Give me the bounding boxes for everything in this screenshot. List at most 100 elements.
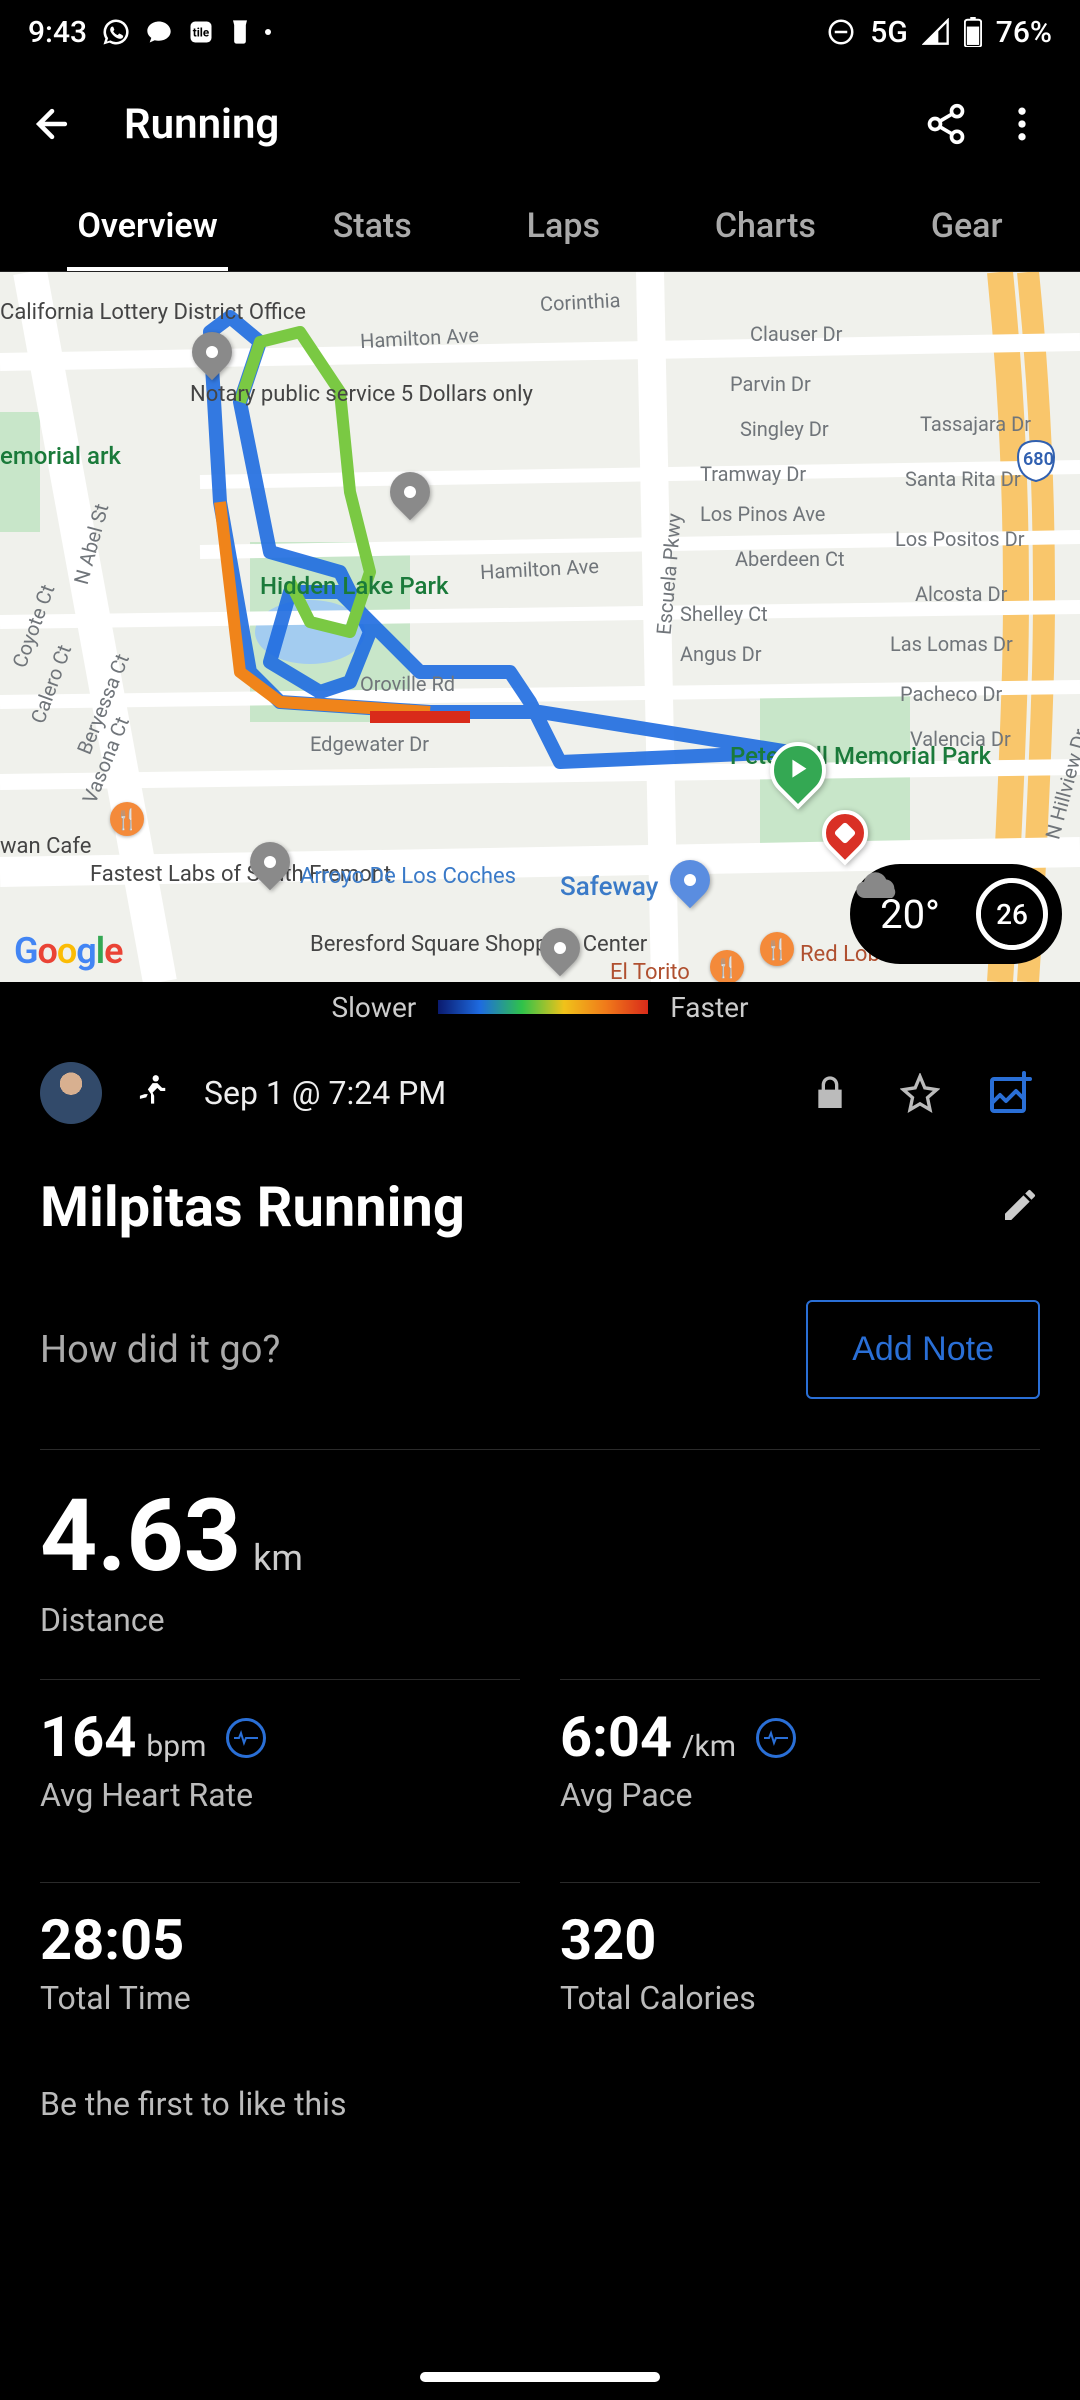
poi-label: Fastest Labs of South Fremont <box>90 862 250 887</box>
time-label: Total Time <box>40 1979 520 2017</box>
park-label: Hidden Lake Park <box>260 572 390 600</box>
cup-icon <box>229 18 251 46</box>
stat-distance: 4.63 km Distance <box>40 1449 1040 1679</box>
pace-unit: /km <box>682 1729 736 1764</box>
status-time: 9:43 <box>28 15 87 50</box>
pulse-icon[interactable] <box>756 1718 796 1758</box>
network-label: 5G <box>870 15 908 50</box>
route-map[interactable]: Corinthia Hamilton Ave Clauser Dr Parvin… <box>0 272 1080 982</box>
tabs: Overview Stats Laps Charts Gear <box>0 184 1080 272</box>
aqi-value: 26 <box>981 883 1043 945</box>
road-label: Angus Dr <box>680 642 762 666</box>
running-icon <box>132 1072 170 1114</box>
hr-label: Avg Heart Rate <box>40 1776 520 1814</box>
aqi-badge: 26 <box>976 878 1048 950</box>
road-label: Clauser Dr <box>750 322 842 346</box>
activity-title-row: Milpitas Running <box>0 1154 1080 1280</box>
back-button[interactable] <box>20 102 84 146</box>
time-value: 28:05 <box>40 1907 184 1973</box>
road-label: Los Positos Dr <box>895 527 1024 551</box>
app-bar: Running <box>0 64 1080 184</box>
road-label: Edgewater Dr <box>310 732 429 756</box>
cal-label: Total Calories <box>560 1979 1040 2017</box>
road-label: Singley Dr <box>740 417 829 441</box>
whatsapp-icon <box>101 17 131 47</box>
status-bar: 9:43 tile 5G 76% <box>0 0 1080 64</box>
road-label: Santa Rita Dr <box>905 467 1021 491</box>
activity-datetime: Sep 1 @ 7:24 PM <box>204 1074 446 1112</box>
page-title: Running <box>84 100 908 149</box>
stat-calories: 320 Total Calories <box>560 1882 1040 2045</box>
pulse-icon[interactable] <box>226 1718 266 1758</box>
share-button[interactable] <box>908 102 984 146</box>
add-note-button[interactable]: Add Note <box>806 1300 1040 1399</box>
dnd-icon <box>826 17 856 47</box>
cal-value: 320 <box>560 1907 656 1973</box>
road-label: Tassajara Dr <box>920 412 1031 436</box>
poi-label: Arroyo De Los Coches <box>300 864 430 889</box>
add-media-icon[interactable] <box>980 1069 1040 1117</box>
pace-gradient-icon <box>438 1000 648 1014</box>
stat-heart-rate: 164 bpm Avg Heart Rate <box>40 1679 520 1842</box>
star-icon[interactable] <box>890 1073 950 1113</box>
poi-label: California Lottery District Office <box>0 300 180 325</box>
weather-pill[interactable]: 20° 26 <box>850 864 1062 964</box>
road-label: Tramway Dr <box>700 462 806 486</box>
google-logo: Google <box>14 930 123 972</box>
svg-text:tile: tile <box>193 26 209 40</box>
road-label: Las Lomas Dr <box>890 632 1013 656</box>
more-notifications-dot <box>265 29 271 35</box>
tab-overview[interactable]: Overview <box>67 184 227 271</box>
activity-meta-row: Sep 1 @ 7:24 PM <box>0 1032 1080 1154</box>
tab-laps[interactable]: Laps <box>517 184 610 271</box>
stat-time: 28:05 Total Time <box>40 1882 520 2045</box>
food-poi-icon: 🍴 <box>760 932 794 966</box>
gesture-bar[interactable] <box>420 2372 660 2382</box>
poi-label: El Torito <box>610 960 690 982</box>
tab-charts[interactable]: Charts <box>705 184 826 271</box>
road-label: Alcosta Dr <box>915 582 1007 606</box>
note-row: How did it go? Add Note <box>0 1280 1080 1449</box>
battery-percent: 76% <box>996 15 1052 50</box>
pace-legend: Slower Faster <box>0 982 1080 1032</box>
legend-slower: Slower <box>332 991 417 1024</box>
note-prompt: How did it go? <box>40 1328 280 1372</box>
park-label: emorial ark <box>0 442 60 470</box>
legend-faster: Faster <box>670 991 748 1024</box>
stats-section: 4.63 km Distance 164 bpm Avg Heart Rate … <box>0 1449 1080 2045</box>
distance-label: Distance <box>40 1601 1040 1639</box>
food-poi-icon: 🍴 <box>110 802 144 836</box>
food-poi-icon: 🍴 <box>710 950 744 982</box>
signal-icon <box>922 18 950 46</box>
stat-pace: 6:04 /km Avg Pace <box>560 1679 1040 1842</box>
poi-label: Notary public service 5 Dollars only <box>190 382 430 407</box>
like-prompt[interactable]: Be the first to like this <box>0 2045 1080 2123</box>
avatar[interactable] <box>40 1062 102 1124</box>
overflow-menu-button[interactable] <box>984 102 1060 146</box>
poi-label: Beresford Square Shopping Center <box>310 932 530 957</box>
poi-label: wan Cafe <box>0 834 91 859</box>
road-label: Los Pinos Ave <box>700 502 825 526</box>
road-label: Oroville Rd <box>360 672 455 696</box>
road-label: Parvin Dr <box>730 372 811 396</box>
poi-label: Safeway <box>560 872 658 902</box>
tab-gear[interactable]: Gear <box>921 184 1013 271</box>
hr-value: 164 <box>40 1704 136 1770</box>
road-label: Aberdeen Ct <box>735 547 845 571</box>
edit-title-button[interactable] <box>1000 1185 1040 1229</box>
activity-title: Milpitas Running <box>40 1174 465 1240</box>
tile-icon: tile <box>187 18 215 46</box>
pace-label: Avg Pace <box>560 1776 1040 1814</box>
battery-icon <box>964 17 982 47</box>
road-label: Corinthia <box>539 288 621 316</box>
distance-unit: km <box>253 1537 303 1579</box>
distance-value: 4.63 <box>40 1478 241 1595</box>
lock-icon[interactable] <box>800 1073 860 1113</box>
road-label: Shelley Ct <box>680 602 768 626</box>
chat-icon <box>145 18 173 46</box>
road-label: Pacheco Dr <box>900 682 1002 706</box>
highway-shield-label: 680 <box>1023 449 1054 470</box>
hr-unit: bpm <box>146 1729 206 1764</box>
pace-value: 6:04 <box>560 1704 672 1770</box>
tab-stats[interactable]: Stats <box>323 184 422 271</box>
